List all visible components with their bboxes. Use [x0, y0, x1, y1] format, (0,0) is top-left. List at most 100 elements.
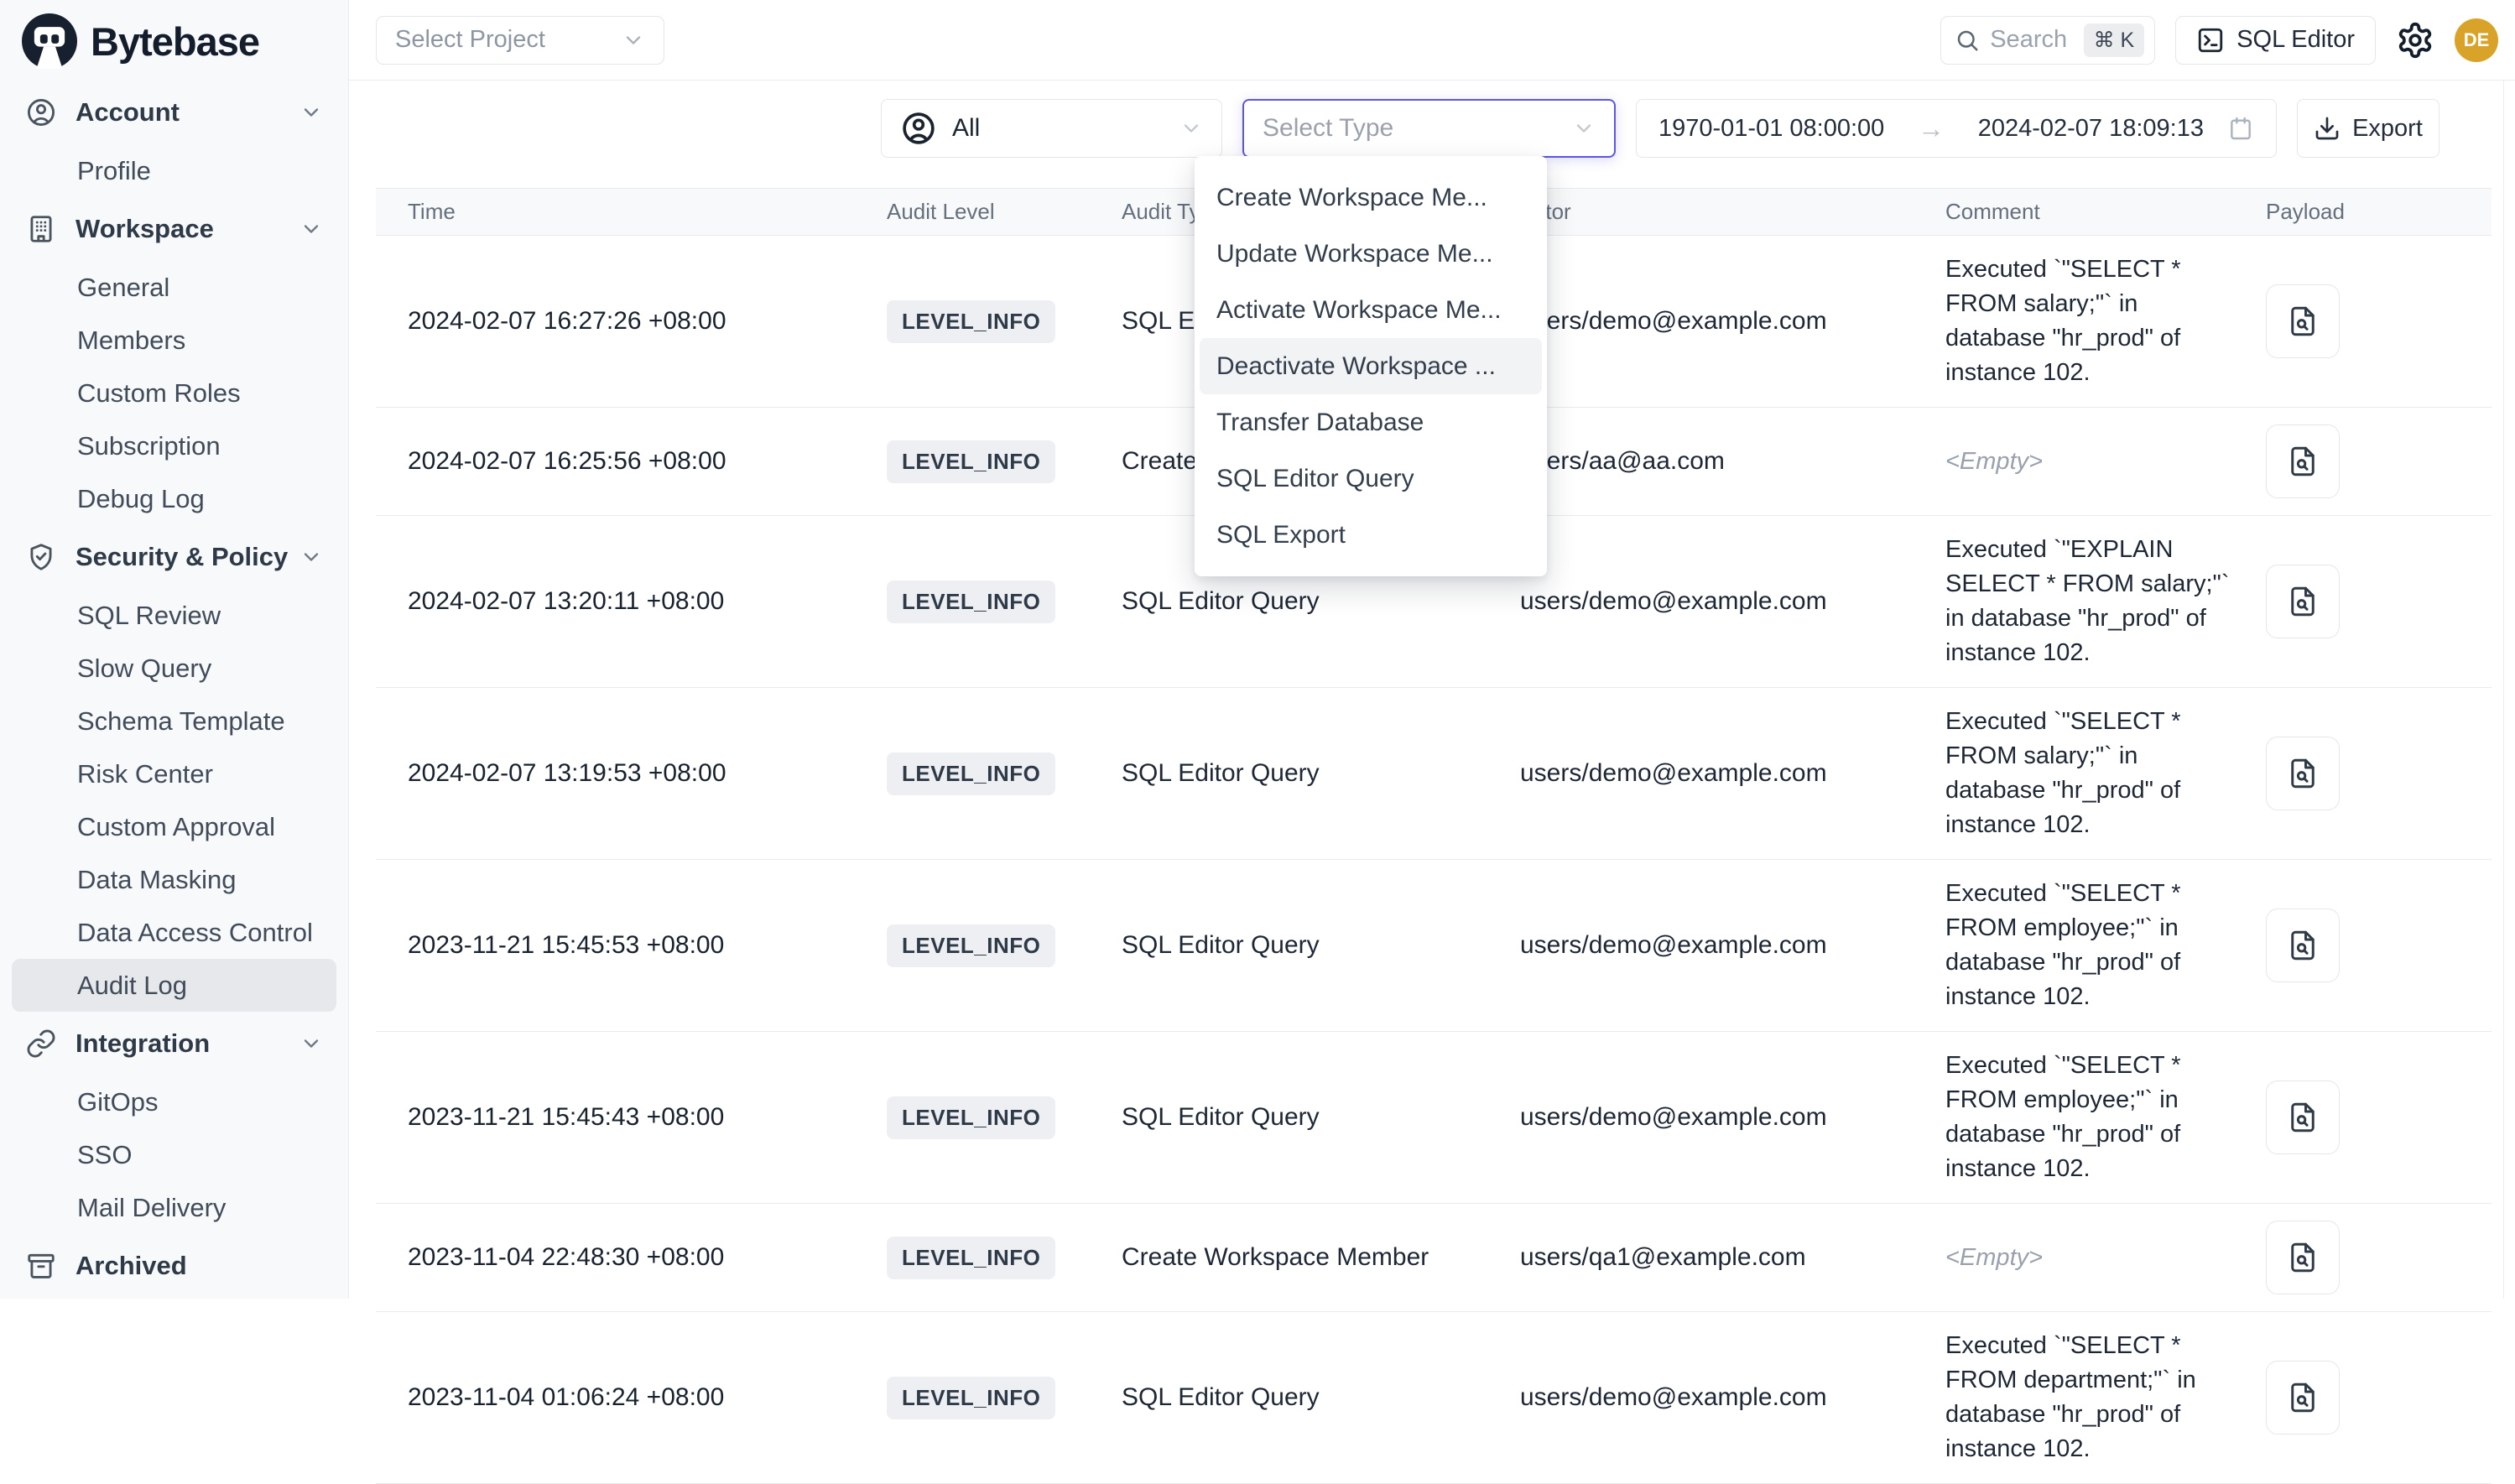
cell-time: 2023-11-04 22:48:30 +08:00: [376, 1243, 887, 1272]
sidebar-item-gitops[interactable]: GitOps: [0, 1075, 348, 1128]
export-button[interactable]: Export: [2297, 99, 2439, 158]
cell-comment: <Empty>: [1945, 445, 2266, 479]
column-header-comment: Comment: [1945, 199, 2266, 225]
type-filter-placeholder: Select Type: [1263, 114, 1393, 143]
payload-view-button[interactable]: [2266, 565, 2340, 638]
dropdown-menu-item-update-workspace-me[interactable]: Update Workspace Me...: [1195, 226, 1547, 282]
payload-view-button[interactable]: [2266, 284, 2340, 358]
cell-audit-type: SQL Editor Query: [1122, 759, 1520, 788]
cell-comment: Executed `"EXPLAIN SELECT * FROM salary;…: [1945, 533, 2266, 670]
user-circle-icon: [25, 96, 57, 128]
top-bar: Select Project ⌘ K SQL Editor DE: [349, 0, 2515, 81]
sidebar-item-members[interactable]: Members: [0, 314, 348, 367]
sidebar-item-schema-template[interactable]: Schema Template: [0, 695, 348, 747]
export-label: Export: [2352, 115, 2423, 143]
dropdown-menu-item-transfer-database[interactable]: Transfer Database: [1195, 394, 1547, 450]
sidebar-section-security-policy[interactable]: Security & Policy: [0, 525, 348, 589]
file-search-icon: [2285, 756, 2320, 791]
payload-view-button[interactable]: [2266, 737, 2340, 810]
table-row: 2023-11-21 15:45:43 +08:00 LEVEL_INFO SQ…: [376, 1032, 2492, 1204]
dropdown-menu-item-deactivate-workspace[interactable]: Deactivate Workspace ...: [1200, 338, 1542, 394]
sidebar-item-custom-roles[interactable]: Custom Roles: [0, 367, 348, 419]
actor-filter-select[interactable]: All: [881, 99, 1222, 158]
table-row: 2024-02-07 13:19:53 +08:00 LEVEL_INFO SQ…: [376, 688, 2492, 860]
sidebar-item-mail-delivery[interactable]: Mail Delivery: [0, 1181, 348, 1234]
cell-comment: Executed `"SELECT * FROM employee;"` in …: [1945, 877, 2266, 1014]
sidebar-item-data-masking[interactable]: Data Masking: [0, 853, 348, 906]
cell-comment: Executed `"SELECT * FROM employee;"` in …: [1945, 1049, 2266, 1186]
bytebase-logo[interactable]: Bytebase: [0, 0, 348, 77]
sidebar-nav: Account Profile Workspace General Member…: [0, 77, 348, 1298]
sidebar-item-risk-center[interactable]: Risk Center: [0, 747, 348, 800]
cell-time: 2024-02-07 13:19:53 +08:00: [376, 759, 887, 788]
sidebar-section-account[interactable]: Account: [0, 81, 348, 144]
sidebar-item-slow-query[interactable]: Slow Query: [0, 642, 348, 695]
dropdown-menu-item-activate-workspace-me[interactable]: Activate Workspace Me...: [1195, 282, 1547, 338]
search-input[interactable]: [1990, 26, 2082, 54]
calendar-icon: [2227, 115, 2254, 142]
archive-icon: [25, 1250, 57, 1282]
payload-view-button[interactable]: [2266, 1221, 2340, 1294]
cell-actor: users/aa@aa.com: [1520, 447, 1945, 476]
search-icon: [1955, 28, 1980, 53]
brand-name: Bytebase: [91, 18, 259, 65]
table-row: 2023-11-04 01:06:24 +08:00 LEVEL_INFO SQ…: [376, 1312, 2492, 1484]
date-from: 1970-01-01 08:00:00: [1658, 115, 1884, 143]
date-to: 2024-02-07 18:09:13: [1978, 115, 2204, 143]
sidebar-item-custom-approval[interactable]: Custom Approval: [0, 800, 348, 853]
project-select-placeholder: Select Project: [395, 26, 545, 54]
dropdown-menu-item-sql-export[interactable]: SQL Export: [1195, 507, 1547, 563]
payload-view-button[interactable]: [2266, 909, 2340, 982]
cell-actor: users/demo@example.com: [1520, 1103, 1945, 1132]
sidebar-item-sso[interactable]: SSO: [0, 1128, 348, 1181]
type-filter-select[interactable]: Select Type: [1242, 99, 1616, 158]
chevron-down-icon: [299, 101, 323, 124]
payload-view-button[interactable]: [2266, 1361, 2340, 1435]
bytebase-logo-icon: [22, 13, 77, 69]
cell-actor: users/demo@example.com: [1520, 1383, 1945, 1412]
cell-audit-type: SQL Editor Query: [1122, 587, 1520, 616]
cell-time: 2023-11-21 15:45:43 +08:00: [376, 1103, 887, 1132]
sidebar-item-audit-log[interactable]: Audit Log: [12, 959, 336, 1012]
audit-level-badge: LEVEL_INFO: [887, 1377, 1055, 1419]
table-row: 2023-11-21 15:45:53 +08:00 LEVEL_INFO SQ…: [376, 860, 2492, 1032]
avatar[interactable]: DE: [2455, 18, 2498, 62]
search-box[interactable]: ⌘ K: [1940, 16, 2155, 65]
project-select[interactable]: Select Project: [376, 16, 664, 65]
sidebar-item-sql-review[interactable]: SQL Review: [0, 589, 348, 642]
date-range-picker[interactable]: 1970-01-01 08:00:00 → 2024-02-07 18:09:1…: [1636, 99, 2277, 158]
shield-check-icon: [25, 541, 57, 573]
sidebar-item-general[interactable]: General: [0, 261, 348, 314]
sidebar-item-profile[interactable]: Profile: [0, 144, 348, 197]
download-icon: [2314, 115, 2341, 142]
audit-level-badge: LEVEL_INFO: [887, 440, 1055, 483]
chevron-down-icon: [1572, 117, 1596, 140]
cell-time: 2023-11-04 01:06:24 +08:00: [376, 1383, 887, 1412]
audit-level-badge: LEVEL_INFO: [887, 1096, 1055, 1139]
cell-audit-type: SQL Editor Query: [1122, 1383, 1520, 1412]
chevron-down-icon: [622, 29, 645, 52]
sidebar-item-data-access-control[interactable]: Data Access Control: [0, 906, 348, 959]
file-search-icon: [2285, 304, 2320, 339]
table-row: 2023-11-04 22:48:30 +08:00 LEVEL_INFO Cr…: [376, 1204, 2492, 1312]
payload-view-button[interactable]: [2266, 1080, 2340, 1154]
cell-actor: users/demo@example.com: [1520, 307, 1945, 336]
gear-icon[interactable]: [2396, 21, 2434, 60]
dropdown-menu-item-sql-editor-query[interactable]: SQL Editor Query: [1195, 450, 1547, 507]
empty-comment: <Empty>: [1945, 1244, 2043, 1271]
sidebar-section-integration[interactable]: Integration: [0, 1012, 348, 1075]
audit-level-badge: LEVEL_INFO: [887, 924, 1055, 967]
cell-time: 2023-11-21 15:45:53 +08:00: [376, 931, 887, 960]
column-header-payload: Payload: [2266, 199, 2492, 225]
dropdown-menu-item-create-workspace-me[interactable]: Create Workspace Me...: [1195, 169, 1547, 226]
sidebar-section-archived[interactable]: Archived: [0, 1234, 348, 1298]
payload-view-button[interactable]: [2266, 424, 2340, 498]
sidebar-item-debug-log[interactable]: Debug Log: [0, 472, 348, 525]
sql-editor-button[interactable]: SQL Editor: [2175, 16, 2376, 65]
cell-actor: users/demo@example.com: [1520, 587, 1945, 616]
column-header-time: Time: [376, 199, 887, 225]
sidebar-section-workspace[interactable]: Workspace: [0, 197, 348, 261]
audit-level-badge: LEVEL_INFO: [887, 752, 1055, 795]
sql-editor-label: SQL Editor: [2236, 26, 2355, 54]
sidebar-item-subscription[interactable]: Subscription: [0, 419, 348, 472]
